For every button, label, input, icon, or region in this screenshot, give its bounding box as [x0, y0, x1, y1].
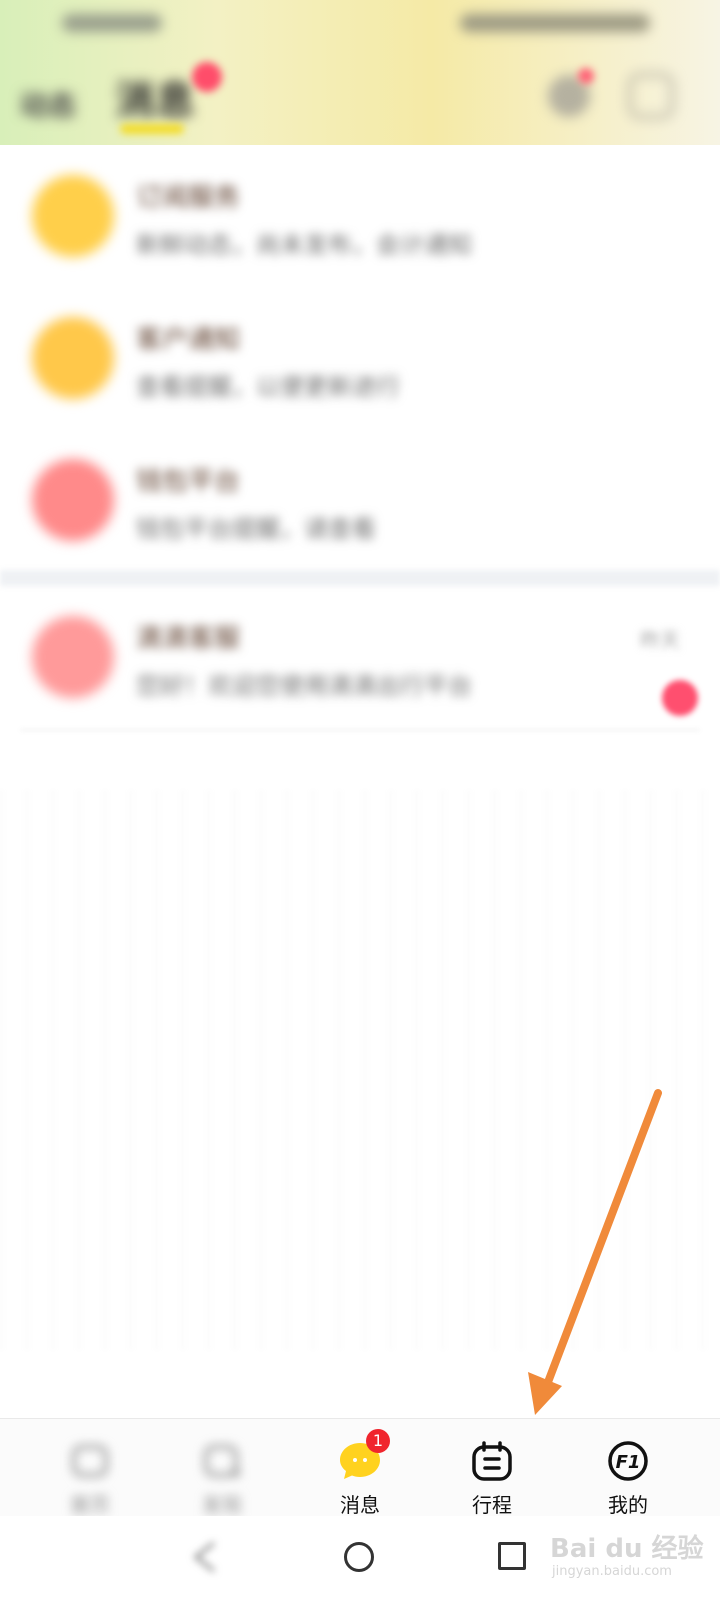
- message-subtitle: 查看提醒，以便更新进行: [136, 373, 400, 401]
- message-badge: 1: [366, 1429, 390, 1453]
- nav-item-home[interactable]: 首页: [40, 1419, 140, 1517]
- watermark-logo: Bai du 经验 jingyan.baidu.com: [550, 1528, 710, 1588]
- home-icon: [72, 1445, 108, 1477]
- message-title: 滴滴客服: [136, 624, 241, 654]
- message-list: 订阅服务 新鲜动态，尚未发布，会计通知 客户通知 查看提醒，以便更新进行 钱包平…: [0, 145, 720, 731]
- status-bar-right: [460, 14, 650, 32]
- subscription-icon: [32, 175, 114, 257]
- status-bar-left: [62, 14, 162, 32]
- discover-icon: [204, 1445, 240, 1477]
- list-item[interactable]: 滴滴客服 您好！欢迎您使用滴滴出行平台 昨天: [0, 586, 720, 731]
- tab-messages[interactable]: 消息: [115, 68, 195, 126]
- tab-dynamic[interactable]: 动态: [20, 84, 76, 124]
- blurred-background: [0, 790, 720, 1350]
- header-bar: 动态 消息: [0, 0, 720, 145]
- nav-item-trip[interactable]: 行程: [442, 1419, 542, 1517]
- message-subtitle: 您好！欢迎您使用滴滴出行平台: [136, 672, 472, 700]
- message-title: 订阅服务: [136, 183, 241, 213]
- nav-label: 消息: [340, 1493, 380, 1517]
- trip-icon: [472, 1441, 512, 1481]
- tab-active-indicator: [120, 124, 184, 134]
- profile-icon[interactable]: [628, 73, 674, 119]
- nav-label: 发现: [202, 1493, 242, 1517]
- nav-label: 首页: [70, 1493, 110, 1517]
- bottom-nav: 首页 发现 1 消息 行程 F1 我的: [0, 1418, 720, 1517]
- watermark-subtext: jingyan.baidu.com: [552, 1564, 672, 1579]
- home-circle-icon[interactable]: [344, 1542, 374, 1572]
- list-item[interactable]: 钱包平台 钱包平台提醒，请查看: [0, 429, 720, 571]
- recent-apps-icon[interactable]: [498, 1542, 526, 1570]
- back-icon[interactable]: [190, 1540, 220, 1574]
- nav-item-discover[interactable]: 发现: [172, 1419, 272, 1517]
- message-time: 昨天: [640, 628, 680, 652]
- unread-dot: [662, 680, 698, 716]
- wallet-icon: [32, 459, 114, 541]
- message-title: 钱包平台: [136, 467, 241, 497]
- nav-label: 我的: [608, 1493, 648, 1517]
- nav-item-mine[interactable]: F1 我的: [578, 1419, 678, 1517]
- list-item[interactable]: 订阅服务 新鲜动态，尚未发布，会计通知: [0, 145, 720, 287]
- nav-label: 行程: [472, 1493, 512, 1517]
- watermark-text: Bai du 经验: [550, 1534, 704, 1564]
- notice-icon: [32, 317, 114, 399]
- message-subtitle: 钱包平台提醒，请查看: [136, 515, 376, 543]
- message-subtitle: 新鲜动态，尚未发布，会计通知: [136, 231, 472, 259]
- support-icon: [32, 616, 114, 698]
- list-item[interactable]: 客户通知 查看提醒，以便更新进行: [0, 287, 720, 429]
- profile-f1-icon: F1: [608, 1441, 648, 1481]
- section-divider: [0, 570, 720, 586]
- divider: [20, 729, 700, 731]
- message-title: 客户通知: [136, 325, 241, 355]
- tab-badge: [192, 62, 222, 92]
- svg-text:F1: F1: [616, 1452, 641, 1473]
- nav-item-messages[interactable]: 1 消息: [310, 1419, 410, 1517]
- bell-badge: [578, 68, 594, 84]
